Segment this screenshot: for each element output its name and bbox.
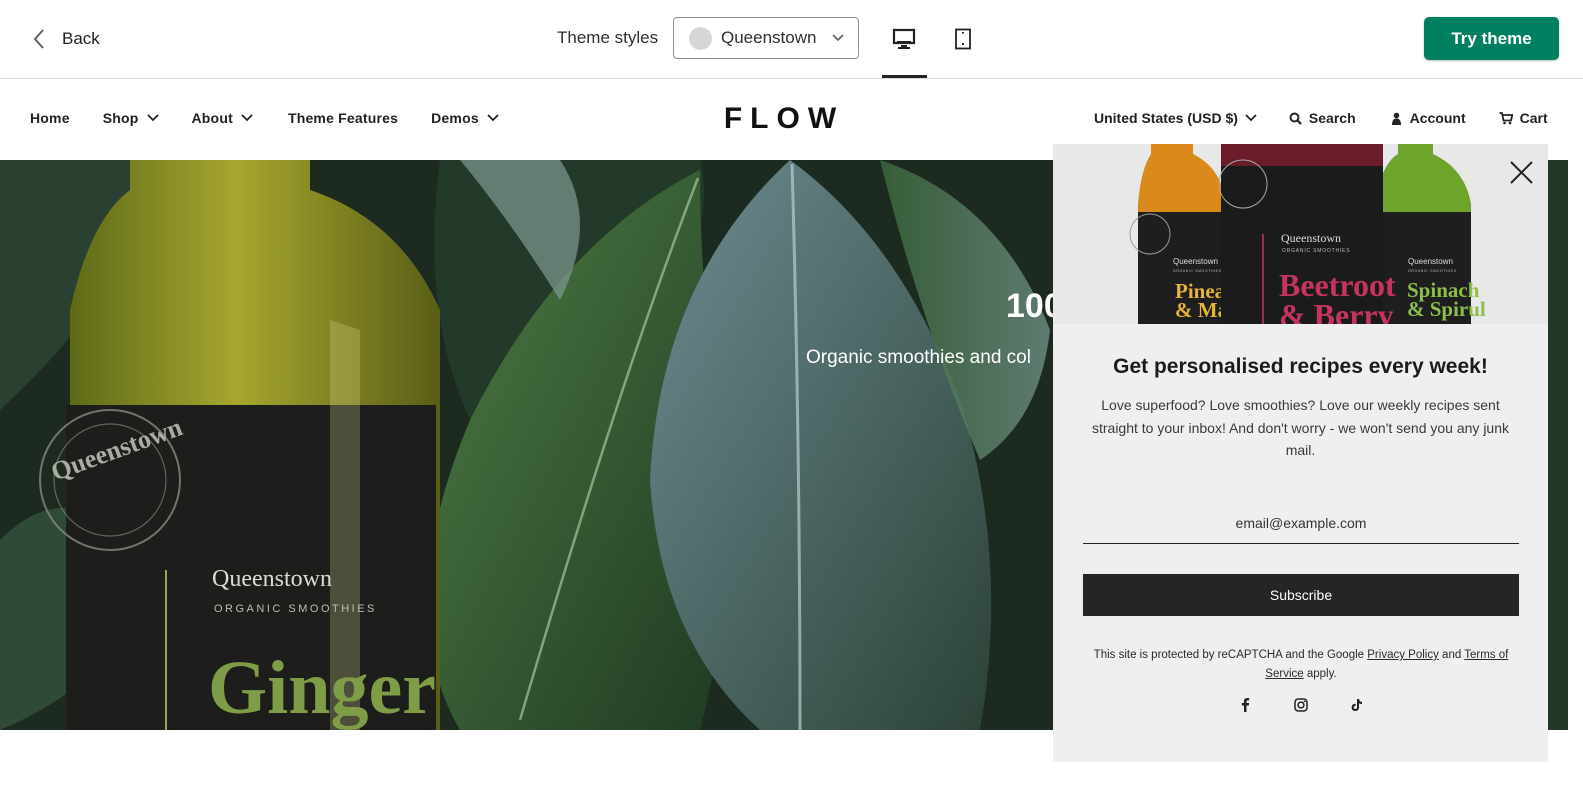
- theme-color-swatch: [689, 26, 712, 50]
- back-button[interactable]: Back: [32, 24, 100, 54]
- social-links: [1053, 697, 1548, 712]
- bottle-line: ORGANIC SMOOTHIES: [214, 603, 377, 615]
- bottle-flavor: Ginger: [208, 646, 436, 730]
- email-field[interactable]: [1083, 502, 1519, 544]
- popup-title: Get personalised recipes every week!: [1113, 355, 1488, 378]
- instagram-icon[interactable]: [1293, 697, 1308, 712]
- bottle-2-flavor-2: & Berry: [1279, 297, 1394, 324]
- mobile-view-button[interactable]: [947, 24, 979, 54]
- bottle-3-brand: Queenstown: [1408, 257, 1453, 266]
- back-label: Back: [62, 29, 100, 48]
- bottle-3-flavor-2: & Spirul: [1407, 297, 1486, 321]
- popup-description: Love superfood? Love smoothies? Love our…: [1091, 397, 1509, 458]
- legal-suffix: apply.: [1306, 668, 1337, 680]
- cart-label: Cart: [1519, 110, 1548, 126]
- hero-subtitle: Organic smoothies and col: [806, 347, 1031, 368]
- header-utilities: United States (USD $) Search Account Car…: [1094, 110, 1548, 126]
- theme-editor-bar: Back Theme styles Queenstown Try theme: [0, 0, 1583, 79]
- desktop-view-button[interactable]: [888, 24, 920, 54]
- scrollbar-track[interactable]: [1568, 80, 1583, 786]
- smoothie-bottles-image: Queenstown ORGANIC SMOOTHIES Pinea & Ma …: [1053, 144, 1548, 324]
- mobile-icon: [955, 28, 971, 50]
- account-icon: [1391, 112, 1401, 125]
- theme-style-select[interactable]: Queenstown: [673, 17, 859, 59]
- chevron-left-icon: [33, 29, 44, 49]
- currency-selector[interactable]: United States (USD $): [1094, 110, 1257, 126]
- active-device-indicator: [882, 75, 927, 78]
- account-label: Account: [1409, 110, 1466, 126]
- bottle-brand: Queenstown: [212, 566, 332, 592]
- tiktok-icon[interactable]: [1349, 697, 1364, 712]
- cart-icon: [1499, 111, 1513, 124]
- currency-label: United States (USD $): [1094, 110, 1238, 126]
- legal-and: and: [1442, 649, 1462, 661]
- theme-select-value: Queenstown: [721, 28, 817, 47]
- facebook-icon[interactable]: [1237, 697, 1252, 712]
- chevron-down-icon: [1245, 114, 1257, 122]
- recaptcha-notice: This site is protected by reCAPTCHA and …: [1081, 646, 1521, 684]
- close-icon[interactable]: [1508, 159, 1535, 186]
- bottle-2-line: ORGANIC SMOOTHIES: [1282, 248, 1350, 254]
- bottle-1-flavor-2: & Ma: [1175, 298, 1229, 322]
- legal-prefix: This site is protected by reCAPTCHA and …: [1093, 649, 1365, 661]
- subscribe-button[interactable]: Subscribe: [1083, 574, 1519, 616]
- privacy-policy-link[interactable]: Privacy Policy: [1367, 649, 1439, 661]
- bottle-1-line: ORGANIC SMOOTHIES: [1173, 269, 1222, 273]
- try-theme-button[interactable]: Try theme: [1424, 17, 1559, 60]
- cart-link[interactable]: Cart: [1499, 110, 1548, 126]
- search-link[interactable]: Search: [1289, 110, 1356, 126]
- bottle-2-brand: Queenstown: [1281, 231, 1341, 245]
- account-link[interactable]: Account: [1390, 110, 1466, 126]
- bottle-3-line: ORGANIC SMOOTHIES: [1408, 269, 1457, 273]
- chevron-down-icon: [832, 34, 844, 42]
- popup-image: Queenstown ORGANIC SMOOTHIES Pinea & Ma …: [1053, 144, 1548, 324]
- bottle-1-brand: Queenstown: [1173, 257, 1218, 266]
- newsletter-popup: Queenstown ORGANIC SMOOTHIES Pinea & Ma …: [1053, 144, 1548, 762]
- theme-styles-label: Theme styles: [557, 28, 659, 47]
- search-icon: [1289, 112, 1302, 125]
- desktop-icon: [892, 28, 916, 49]
- search-label: Search: [1308, 110, 1356, 126]
